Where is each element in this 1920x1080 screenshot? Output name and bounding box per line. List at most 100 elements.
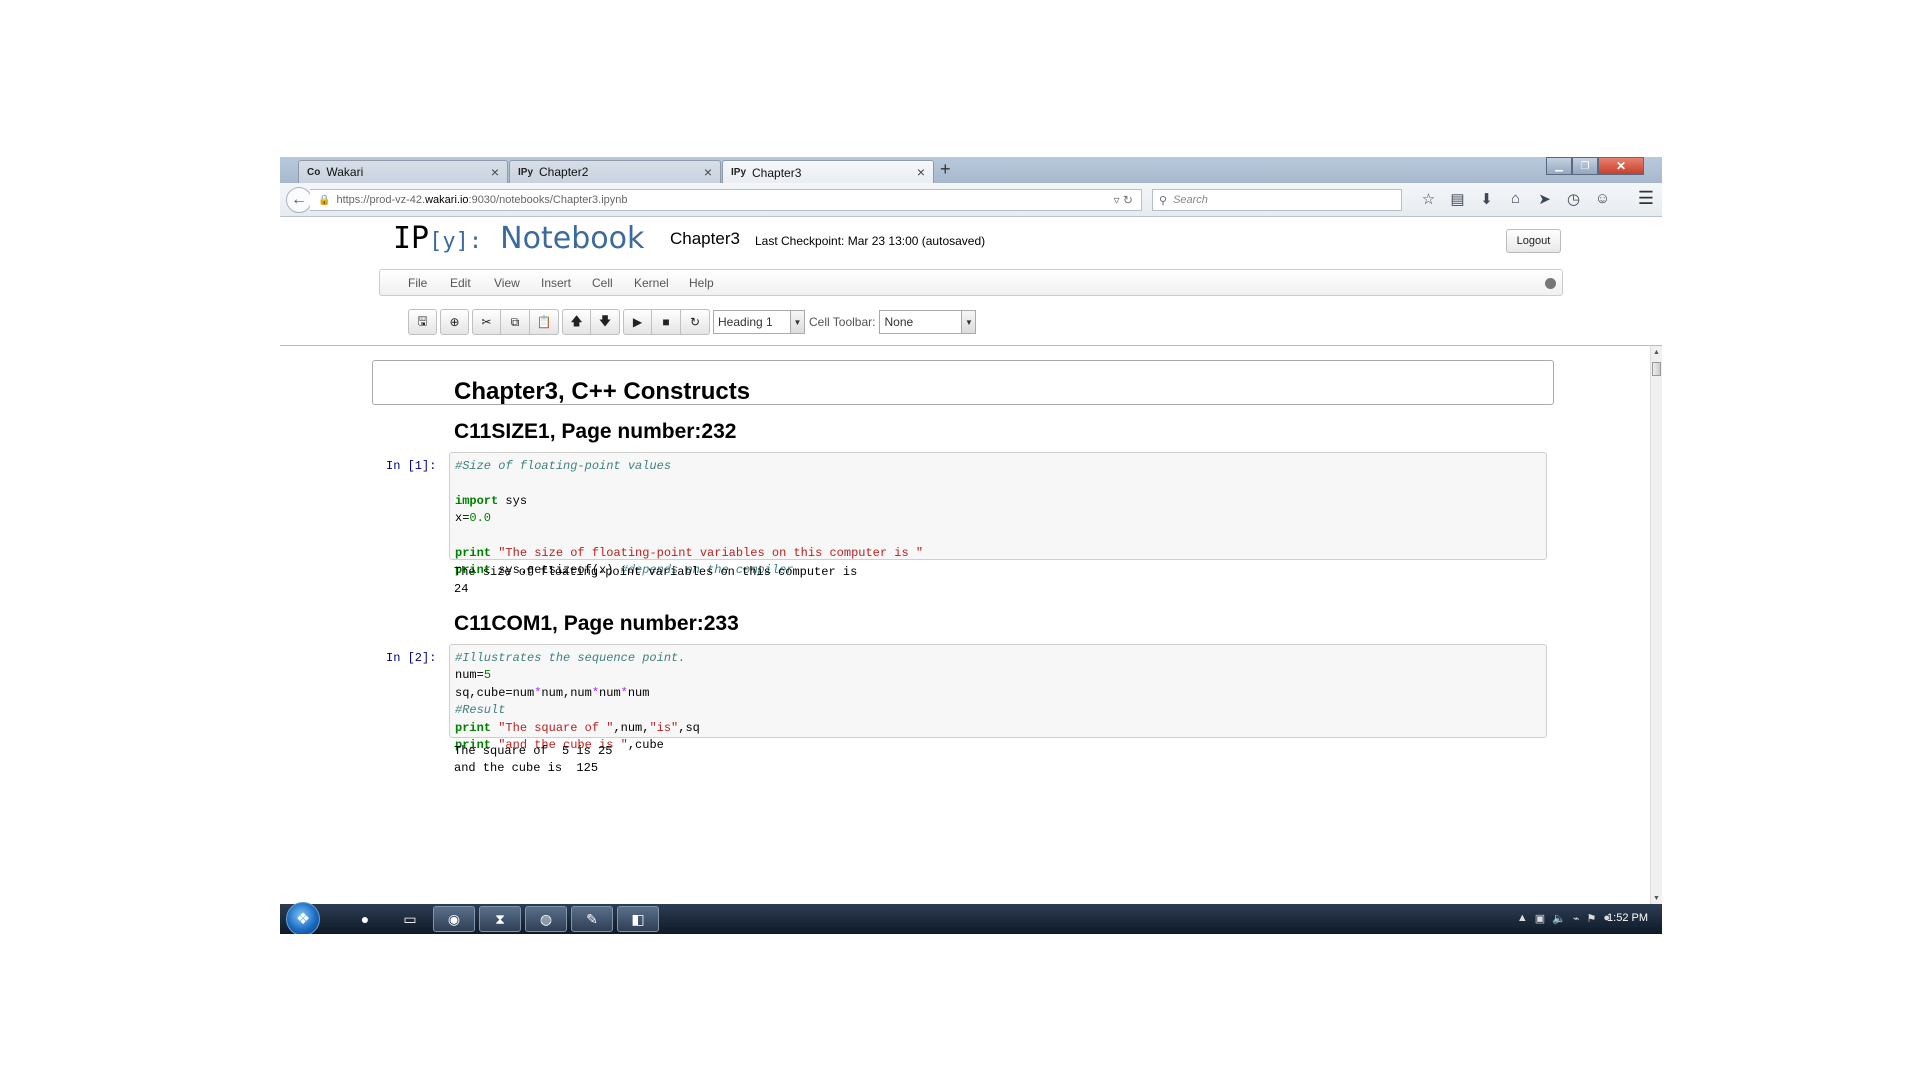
notebook-toolbar: 🖫 ⊕ ✂ ⧉ 📋 🡅 🡇 ▶ ■ ↻ Heading 1 ▼ Cell Too… [408,309,977,335]
scroll-down-icon[interactable]: ▼ [1653,895,1660,902]
insert-cell-icon[interactable]: ⊕ [440,309,469,335]
cell-type-value: Heading 1 [718,315,773,329]
send-icon[interactable]: ➤ [1530,190,1559,208]
wakari-favicon-icon: Co [307,166,321,178]
code-operator: * [591,685,600,700]
code-number: 0.0 [469,511,492,526]
code-cell[interactable]: #Size of floating-point values import sy… [449,452,1547,577]
tab-label: Chapter2 [539,165,589,179]
menu-edit[interactable]: Edit [450,276,471,290]
menu-file[interactable]: File [408,276,427,290]
tab-chapter2[interactable]: IPy Chapter2 × [509,160,721,183]
cell-type-select[interactable]: Heading 1 ▼ [713,310,805,334]
close-tab-icon[interactable]: × [704,164,712,180]
new-tab-button[interactable]: + [940,159,951,180]
code-keyword: print [455,720,492,735]
cell-output: The size of floating-point variables on … [454,565,858,597]
tray-expand-icon[interactable]: ▲ [1517,912,1528,925]
browser-tab-bar: Co Wakari × IPy Chapter2 × IPy Chapter3 … [280,157,1662,184]
restart-icon[interactable]: ↻ [681,309,710,335]
file-explorer-icon[interactable]: ▭ [389,906,431,932]
menu-kernel[interactable]: Kernel [634,276,669,290]
search-icon: ⚲ [1159,194,1168,207]
code-comment: #Illustrates the sequence point. [455,651,686,665]
reading-list-icon[interactable]: ▤ [1443,190,1472,208]
bookmark-star-icon[interactable]: ☆ [1414,190,1443,208]
menu-help[interactable]: Help [689,276,714,290]
code-string: "The size of floating-point variables on… [498,546,924,561]
stop-icon[interactable]: ■ [652,309,681,335]
paste-icon[interactable]: 📋 [530,309,559,335]
notebook-menubar: File Edit View Insert Cell Kernel Help [379,269,1563,296]
power-icon[interactable]: ⌁ [1573,912,1580,925]
chrome-icon[interactable]: ◉ [433,906,475,932]
kernel-status-icon [1545,278,1556,289]
firefox-icon[interactable]: ◍ [525,906,567,932]
notebook-area: Chapter3, C++ Constructs C11SIZE1, Page … [280,346,1650,904]
move-up-icon[interactable]: 🡅 [562,309,591,335]
maximize-icon[interactable]: ❐ [1572,157,1598,175]
app-green-icon[interactable]: ● [344,906,386,932]
ipython-header: IP[y]: Notebook Chapter3 Last Checkpoint… [280,218,1662,256]
scrollbar-thumb[interactable] [1652,362,1661,376]
notebook-name[interactable]: Chapter3 [670,229,740,249]
move-down-icon[interactable]: 🡇 [591,309,620,335]
copy-icon[interactable]: ⧉ [501,309,530,335]
menu-cell[interactable]: Cell [592,276,613,290]
action-center-icon[interactable]: ⚑ [1586,912,1596,925]
cell-toolbar-select[interactable]: None ▼ [879,310,977,334]
paint-icon[interactable]: ✎ [571,906,613,932]
history-icon[interactable]: ◷ [1559,190,1588,208]
search-input[interactable]: ⚲ Search [1152,189,1402,211]
scroll-up-icon[interactable]: ▲ [1653,349,1660,356]
logo-notebook: Notebook [500,221,645,256]
browser-toolbar-icons: ☆ ▤ ⬇ ⌂ ➤ ◷ ☺ [1414,190,1617,208]
vertical-scrollbar[interactable]: ▲ ▼ [1650,346,1662,904]
code-cell[interactable]: #Illustrates the sequence point. num=5 s… [449,644,1547,752]
app-window-icon[interactable]: ◧ [617,906,659,932]
back-arrow-icon[interactable]: ← [286,187,312,213]
system-tray: ▲ ▣ 🔈 ⌁ ⚑ ● [1510,912,1610,925]
volume-icon[interactable]: 🔈 [1552,912,1566,925]
window-controls: ▁ ❐ ✕ [1546,157,1644,175]
ipython-logo[interactable]: IP[y]: Notebook [393,221,644,256]
close-tab-icon[interactable]: × [917,164,925,180]
tab-wakari[interactable]: Co Wakari × [298,160,508,183]
close-tab-icon[interactable]: × [491,164,499,180]
tab-chapter3[interactable]: IPy Chapter3 × [722,160,934,184]
chat-icon[interactable]: ☺ [1588,190,1617,208]
network-icon[interactable]: ▣ [1535,912,1545,925]
url-prefix: https://prod-vz-42. [336,194,426,206]
code-text: sys [498,493,528,508]
acrobat-icon[interactable]: ⧗ [479,906,521,932]
code-number: 5 [483,668,492,683]
code-keyword: print [455,546,492,561]
home-icon[interactable]: ⌂ [1501,190,1530,208]
code-comment: #Size of floating-point values [455,459,672,473]
menu-view[interactable]: View [494,276,520,290]
reload-icon[interactable]: ▿ ↻ [1114,193,1133,207]
code-string: "is" [649,720,679,735]
start-button-icon[interactable]: ❖ [286,902,320,934]
cut-icon[interactable]: ✂ [472,309,501,335]
code-text: ,sq [678,720,700,735]
url-host: wakari.io [425,194,469,206]
menu-hamburger-icon[interactable]: ☰ [1638,188,1654,209]
run-icon[interactable]: ▶ [623,309,652,335]
code-operator: * [620,685,628,700]
code-text: num= [455,668,484,683]
download-icon[interactable]: ⬇ [1472,190,1501,208]
save-icon[interactable]: 🖫 [408,309,437,335]
minimize-icon[interactable]: ▁ [1546,157,1572,175]
cell-toolbar-value: None [884,315,914,329]
url-bar[interactable]: 🔒 https://prod-vz-42. wakari.io:9030/note… [310,189,1142,211]
code-text: ,num, [613,720,650,735]
menu-insert[interactable]: Insert [541,276,571,290]
browser-nav-bar: ← 🔒 https://prod-vz-42. wakari.io:9030/no… [280,183,1662,217]
taskbar-clock[interactable]: 1:52 PM [1607,912,1648,924]
code-text: num [627,685,650,700]
chapter-heading: Chapter3, C++ Constructs [454,378,751,405]
close-window-icon[interactable]: ✕ [1598,157,1644,175]
input-prompt: In [2]: [386,651,437,665]
logout-button[interactable]: Logout [1506,229,1561,253]
